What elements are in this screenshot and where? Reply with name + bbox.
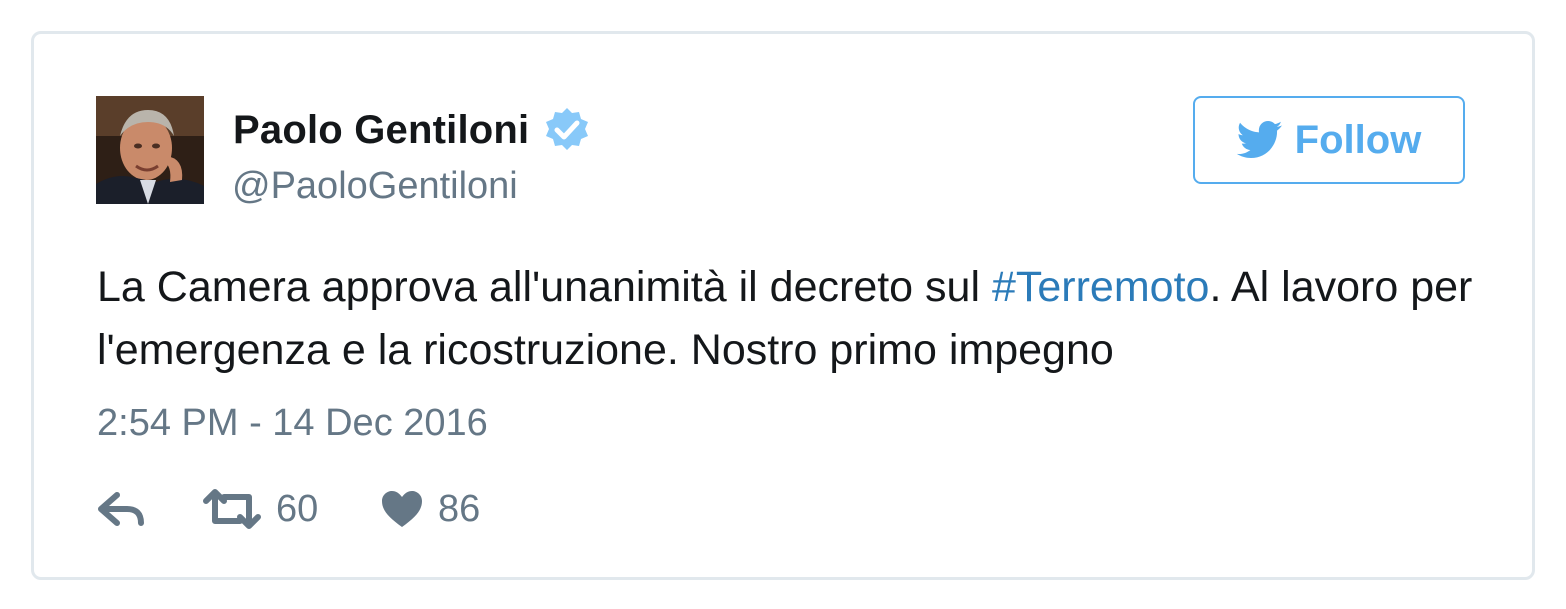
reply-button[interactable] xyxy=(97,484,145,534)
profile-photo xyxy=(96,96,204,204)
follow-label: Follow xyxy=(1294,117,1422,162)
hashtag-link[interactable]: #Terremoto xyxy=(992,263,1209,311)
follow-button[interactable]: Follow xyxy=(1193,96,1465,184)
reply-icon xyxy=(97,489,145,529)
tweet-timestamp[interactable]: 2:54 PM - 14 Dec 2016 xyxy=(97,399,488,447)
like-count: 86 xyxy=(438,487,481,530)
tweet-text: La Camera approva all'unanimità il decre… xyxy=(97,256,1487,382)
retweet-icon xyxy=(202,489,262,529)
retweet-count: 60 xyxy=(276,487,319,530)
user-name-row: Paolo Gentiloni xyxy=(233,106,591,154)
user-name[interactable]: Paolo Gentiloni xyxy=(233,106,529,154)
twitter-bird-icon xyxy=(1236,120,1283,160)
retweet-button[interactable]: 60 xyxy=(202,484,318,534)
like-button[interactable]: 86 xyxy=(380,484,480,534)
tweet-card: Paolo Gentiloni @PaoloGentiloni Follow L… xyxy=(31,31,1535,580)
verified-badge-icon xyxy=(543,106,591,154)
avatar[interactable] xyxy=(96,96,204,204)
tweet-text-before: La Camera approva all'unanimità il decre… xyxy=(97,263,992,311)
heart-icon xyxy=(380,489,424,529)
user-handle[interactable]: @PaoloGentiloni xyxy=(232,162,518,210)
